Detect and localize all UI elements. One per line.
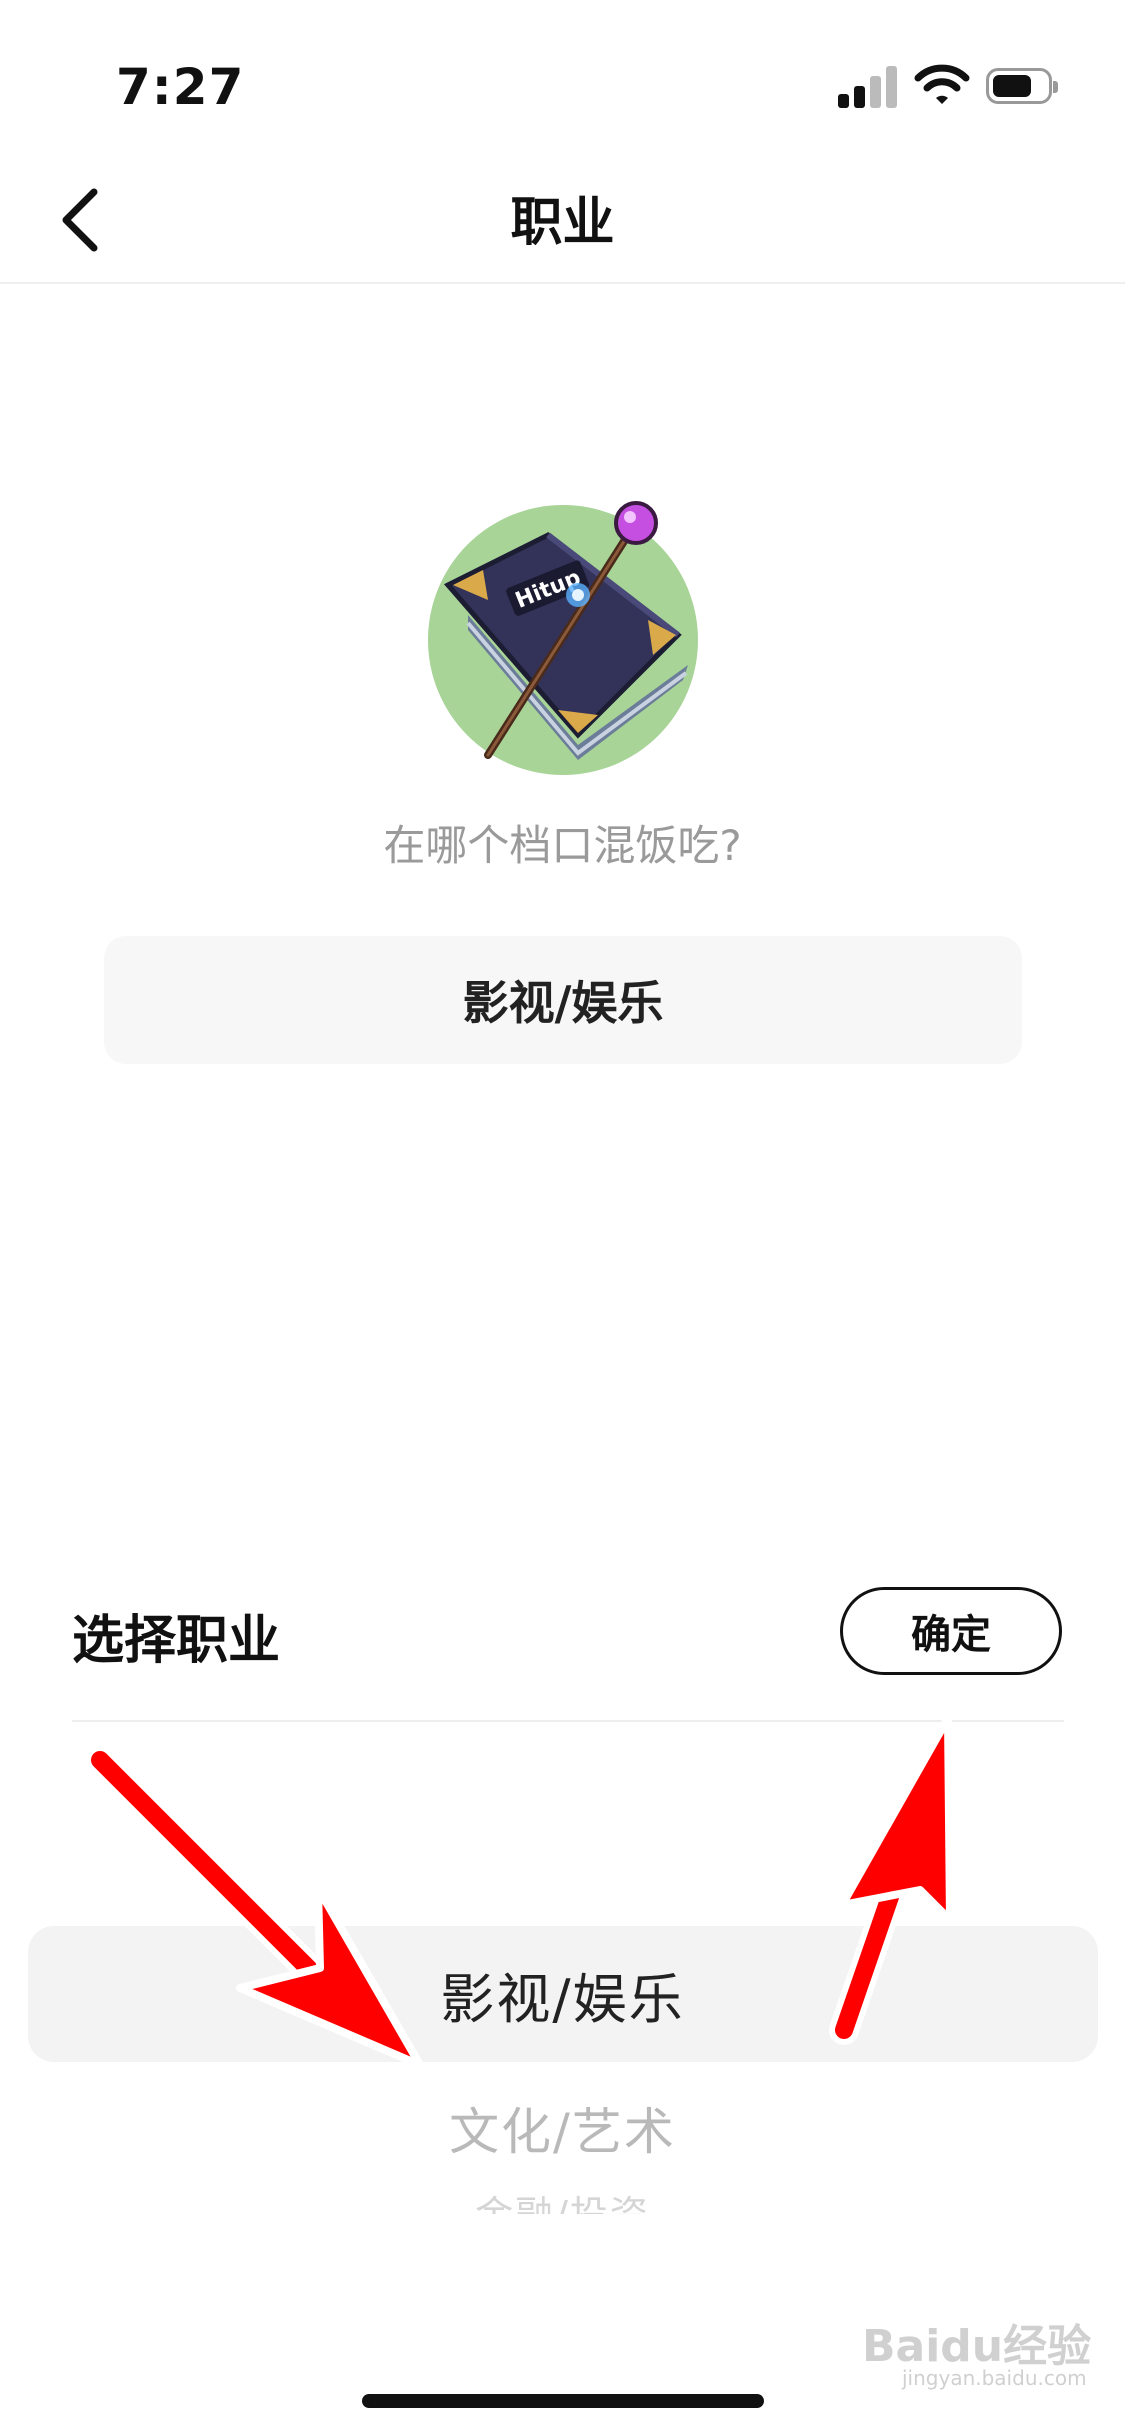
confirm-button[interactable]: 确定	[840, 1587, 1062, 1675]
occupation-field[interactable]: 影视/娱乐	[104, 936, 1022, 1064]
picker-title: 选择职业	[72, 1611, 281, 1671]
picker-option[interactable]: 金融/投资	[0, 2184, 1125, 2214]
page-title: 职业	[510, 193, 615, 253]
battery-icon	[986, 68, 1058, 104]
prompt-text: 在哪个档口混饭吃?	[383, 821, 742, 870]
avatar: Hitup	[428, 501, 698, 775]
status-time: 7:27	[116, 58, 245, 116]
nav-divider	[0, 282, 1125, 284]
picker-option[interactable]: 文化/艺术	[0, 2092, 1125, 2164]
home-indicator	[362, 2394, 764, 2408]
picker-option-selected[interactable]: 影视/娱乐	[0, 1955, 1125, 2034]
watermark-url: jingyan.baidu.com	[902, 2366, 1087, 2390]
magic-book-icon: Hitup	[444, 501, 688, 760]
watermark-logo: Baidu经验	[862, 2321, 1092, 2372]
wifi-icon	[914, 64, 970, 104]
cellular-signal-icon	[838, 64, 898, 108]
picker-divider	[72, 1720, 1064, 1722]
